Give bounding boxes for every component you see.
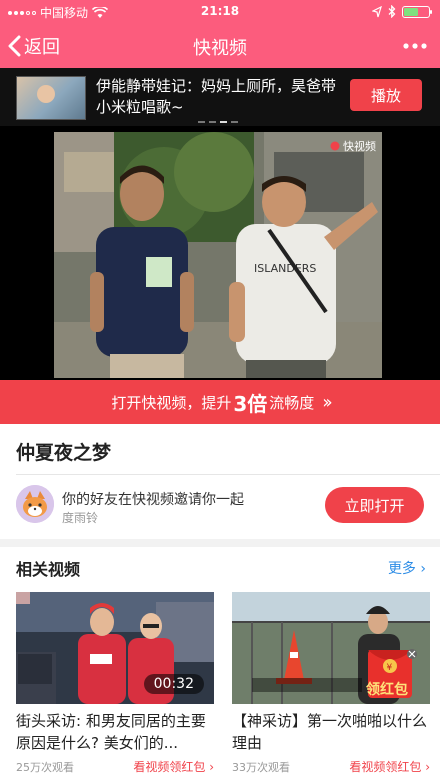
fox-avatar-icon [16,485,54,523]
watermark-logo-icon [330,141,340,151]
video-watermark: 快视频 [330,138,376,154]
related-video-card[interactable]: 00:32 街头采访: 和男友同居的主要原因是什么? 美女们的... 25万次观… [16,592,214,778]
video-still-image: ISLANDERS [54,132,382,378]
location-icon [372,5,382,17]
open-app-promo[interactable]: 打开快视频，提升 3倍 流畅度 ›› [0,380,440,424]
more-options-icon[interactable] [402,34,428,58]
open-now-button[interactable]: 立即打开 [325,487,424,523]
watermark-label: 快视频 [343,140,376,153]
double-chevron-right-icon: ›› [322,391,333,413]
nav-bar: 返回 快视频 [0,24,440,68]
banner-title: 伊能静带娃记：妈妈上厕所，昊爸带小米粒唱歌~ [96,77,337,116]
red-packet-link[interactable]: 看视频领红包 › [133,758,214,775]
status-right [372,5,432,18]
red-packet-link-label: 看视频领红包 [349,760,422,774]
status-bar: 中国移动 21:18 [0,0,440,24]
promo-suffix: 流畅度 [269,393,315,412]
play-button[interactable]: 播放 [350,79,422,111]
chevron-right-icon: › [420,561,426,577]
chevron-right-icon: › [209,760,214,774]
red-packet-link[interactable]: 看视频领红包 › [349,758,430,775]
related-section-title: 相关视频 [16,560,81,579]
card-title: 街头采访: 和男友同居的主要原因是什么? 美女们的... [16,712,206,752]
more-link[interactable]: 更多 › [388,558,426,578]
invite-text: 你的好友在快视频邀请你一起 [62,492,244,508]
more-label: 更多 [387,561,416,577]
promo-highlight: 3倍 [233,391,268,416]
duration-badge: 00:32 [143,674,204,694]
recommend-banner[interactable]: 伊能静带娃记：妈妈上厕所，昊爸带小米粒唱歌~ 播放 [0,68,440,126]
invite-row: 你的好友在快视频邀请你一起 度雨铃 立即打开 [0,475,440,539]
section-gap [0,539,440,547]
carousel-dots [198,121,238,123]
red-envelope-badge: 领红包 [366,682,408,698]
battery-icon [402,5,432,18]
view-count: 25万次观看 [16,761,74,774]
video-thumbnail: ¥ 领红包 [232,592,430,704]
video-frame: ISLANDERS 快视频 [54,132,382,378]
related-video-card[interactable]: ¥ 领红包 【神采访】第一次啪啪以什么理由 33万次观看 看视频领红包 › [232,592,430,778]
svg-text:ISLANDERS: ISLANDERS [254,262,316,275]
promo-prefix: 打开快视频，提升 [111,393,232,412]
banner-thumbnail [16,76,86,120]
bluetooth-icon [388,5,396,18]
avatar [16,485,54,523]
card-title: 【神采访】第一次啪啪以什么理由 [232,712,428,752]
page-title: 快视频 [193,38,247,59]
svg-text:¥: ¥ [387,663,393,673]
video-thumbnail: 00:32 [16,592,214,704]
view-count: 33万次观看 [232,761,290,774]
red-packet-link-label: 看视频领红包 [133,760,206,774]
inviter-name: 度雨铃 [62,511,99,525]
chevron-right-icon: › [425,760,430,774]
video-player[interactable]: ISLANDERS 快视频 [0,126,440,380]
video-title: 仲夏夜之梦 [16,442,112,464]
